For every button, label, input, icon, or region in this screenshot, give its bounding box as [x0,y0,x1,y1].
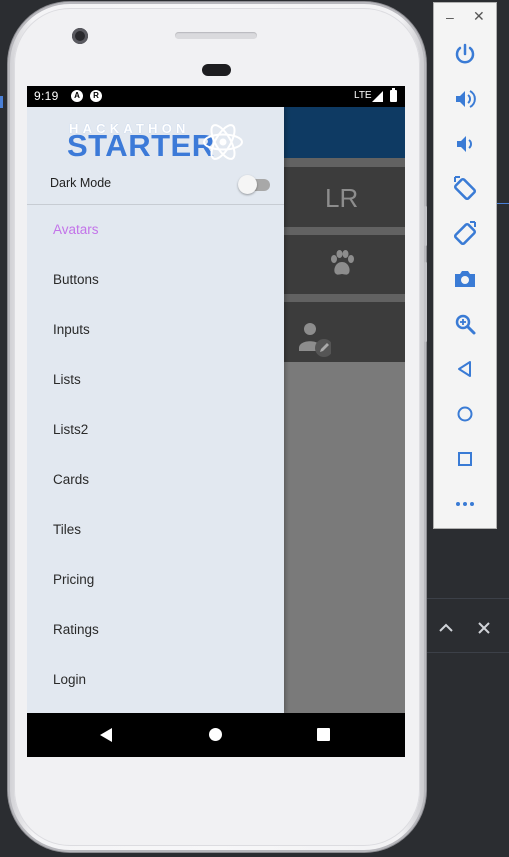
volume-up-icon[interactable] [450,84,480,114]
nav-back-icon[interactable] [100,728,112,742]
android-nav-bar [27,713,405,757]
network-type: LTE [354,90,372,101]
rotate-left-icon[interactable] [450,174,480,204]
menu-item-lists[interactable]: Lists [27,355,284,405]
volume-side-button[interactable] [424,262,427,342]
nav-home-icon[interactable] [209,728,222,741]
menu-item-tiles[interactable]: Tiles [27,505,284,555]
avatar-initials: LR [325,183,359,213]
emulator-titlebar: – ✕ [434,3,498,33]
dark-mode-label: Dark Mode [50,176,112,190]
emulator-close-button[interactable]: ✕ [473,8,485,25]
chevron-up-icon[interactable] [436,618,456,638]
menu-item-pricing[interactable]: Pricing [27,555,284,605]
logo-title: STARTER [67,128,215,163]
background-accent [0,96,3,108]
menu-item-ratings[interactable]: Ratings [27,605,284,655]
drawer-menu: Avatars Buttons Inputs Lists Lists2 Card… [27,205,284,705]
background-divider [427,652,509,653]
background-accent [497,203,509,204]
home-icon[interactable] [450,399,480,429]
more-icon[interactable] [450,489,480,519]
signal-icon [372,91,383,102]
menu-item-inputs[interactable]: Inputs [27,305,284,355]
dark-mode-row: Dark Mode [27,169,284,205]
camera-icon[interactable] [450,264,480,294]
menu-item-login[interactable]: Login [27,655,284,705]
status-bar: 9:19 A R LTE [27,86,405,107]
power-side-button[interactable] [424,206,427,246]
volume-down-icon[interactable] [450,129,480,159]
person-edit-icon [299,323,331,357]
menu-item-avatars[interactable]: Avatars [27,205,284,255]
notification-icon-r: R [90,90,102,102]
paw-icon [331,250,354,275]
power-icon[interactable] [450,39,480,69]
menu-item-lists2[interactable]: Lists2 [27,405,284,455]
navigation-drawer: HACKATHON STARTER Dark Mode Avatars Butt… [27,107,284,713]
close-panel-icon[interactable] [474,618,494,638]
proximity-sensor [202,64,231,76]
react-atom-icon [203,124,243,160]
notification-icon-a: A [71,90,83,102]
overview-icon[interactable] [450,444,480,474]
menu-item-buttons[interactable]: Buttons [27,255,284,305]
status-time: 9:19 [34,89,59,103]
app-logo: HACKATHON STARTER [67,119,247,165]
earpiece-speaker [175,32,257,39]
battery-icon [390,88,397,102]
device-screen: 9:19 A R LTE LR HACKATHON STARTER Dark M… [27,86,405,757]
rotate-right-icon[interactable] [450,219,480,249]
dark-mode-toggle-knob[interactable] [238,175,257,194]
zoom-icon[interactable] [450,309,480,339]
emulator-minimize-button[interactable]: – [446,9,454,25]
background-divider [427,598,509,599]
back-icon[interactable] [450,354,480,384]
front-camera [72,28,88,44]
emulator-toolbar: – ✕ [433,2,497,529]
menu-item-cards[interactable]: Cards [27,455,284,505]
nav-recents-icon[interactable] [317,728,330,741]
panel-controls [428,610,509,650]
